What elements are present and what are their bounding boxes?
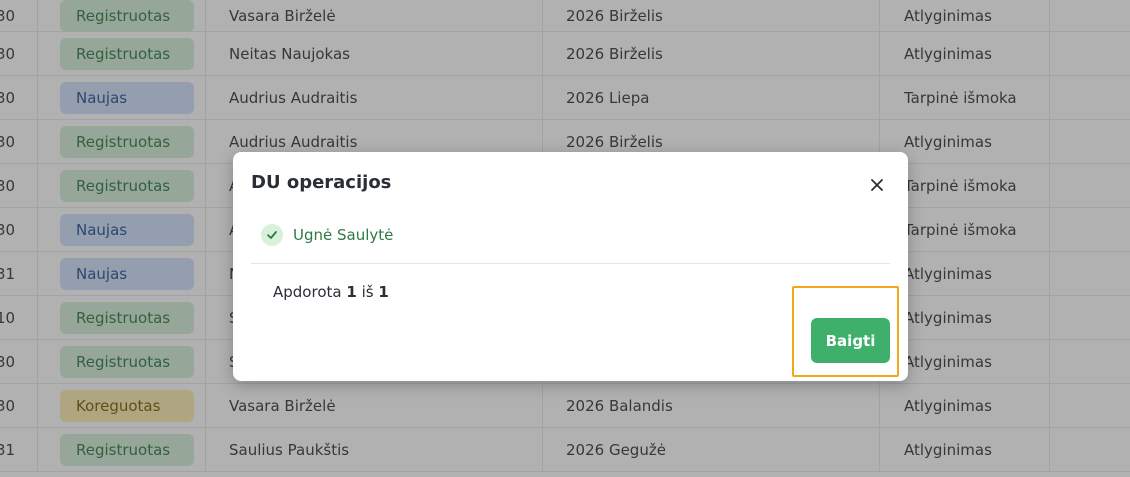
processed-item: Ugnė Saulytė	[261, 224, 393, 246]
processed-item-label: Ugnė Saulytė	[293, 226, 394, 244]
dialog-title: DU operacijos	[251, 172, 392, 193]
close-button[interactable]	[866, 174, 888, 196]
divider	[251, 263, 890, 264]
finish-button[interactable]: Baigti	[811, 318, 890, 363]
progress-text: Apdorota 1 iš 1	[273, 283, 389, 301]
close-icon	[871, 179, 883, 191]
check-circle-icon	[261, 224, 283, 246]
